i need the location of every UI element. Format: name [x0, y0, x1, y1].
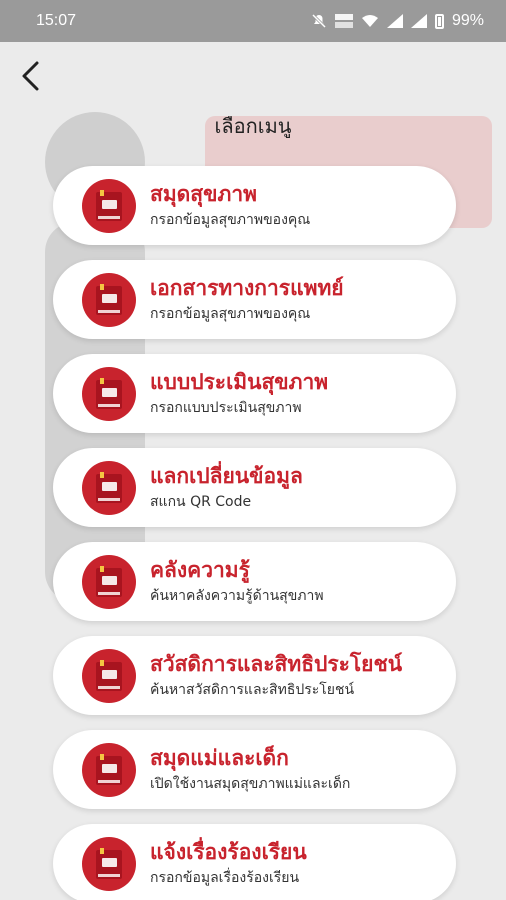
menu-item-subtitle: เปิดใช้งานสมุดสุขภาพแม่และเด็ก [150, 776, 351, 792]
book-icon [82, 554, 136, 609]
menu-item-subtitle: ค้นหาสวัสดิการและสิทธิประโยชน์ [150, 682, 355, 698]
book-icon [82, 366, 136, 421]
volte-icon [334, 14, 353, 28]
page-title: เลือกเมนู [214, 114, 292, 138]
menu-item-title: เอกสารทางการแพทย์ [150, 276, 344, 300]
menu-item[interactable]: สมุดแม่และเด็กเปิดใช้งานสมุดสุขภาพแม่และ… [53, 730, 456, 809]
menu-item-text: แจ้งเรื่องร้องเรียนกรอกข้อมูลเรื่องร้องเ… [150, 839, 307, 888]
menu-item-text: สวัสดิการและสิทธิประโยชน์ค้นหาสวัสดิการแ… [150, 651, 402, 700]
book-icon [82, 836, 136, 891]
book-icon [82, 272, 136, 327]
menu-item-title: สวัสดิการและสิทธิประโยชน์ [150, 652, 403, 676]
status-icons: 99% [311, 12, 484, 30]
menu-item[interactable]: แลกเปลี่ยนข้อมูลสแกน QR Code [53, 448, 456, 527]
menu-item-subtitle: กรอกข้อมูลเรื่องร้องเรียน [150, 870, 300, 886]
menu-item-subtitle: ค้นหาคลังความรู้ด้านสุขภาพ [150, 588, 324, 604]
menu-screen: เลือกเมนู สมุดสุขภาพกรอกข้อมูลสุขภาพของค… [0, 42, 506, 900]
battery-icon [434, 13, 444, 29]
book-icon [82, 742, 136, 797]
menu-item-title: สมุดแม่และเด็ก [150, 746, 289, 770]
back-button[interactable] [10, 56, 50, 96]
menu-item-text: เอกสารทางการแพทย์กรอกข้อมูลสุขภาพของคุณ [150, 275, 344, 324]
menu-item-title: แบบประเมินสุขภาพ [150, 370, 329, 394]
menu-item-text: สมุดแม่และเด็กเปิดใช้งานสมุดสุขภาพแม่และ… [150, 745, 350, 794]
menu-list: สมุดสุขภาพ กรอกข้อมูลสุขภาพของคุณ เอกสารทา… [53, 166, 456, 900]
menu-item-title: คลังความรู้ [150, 558, 250, 582]
menu-item-text: คลังความรู้ค้นหาคลังความรู้ด้านสุขภาพ [150, 557, 324, 606]
menu-item[interactable]: คลังความรู้ค้นหาคลังความรู้ด้านสุขภาพ [53, 542, 456, 621]
status-bar: 15:07 99% [0, 0, 506, 42]
menu-item[interactable]: เอกสารทางการแพทย์กรอกข้อมูลสุขภาพของคุณ [53, 260, 456, 339]
menu-item-text: สมุดสุขภาพกรอกข้อมูลสุขภาพของคุณ [150, 181, 310, 230]
menu-item-subtitle: กรอกข้อมูลสุขภาพของคุณ [150, 212, 311, 228]
menu-item-subtitle: สแกน QR Code [150, 494, 252, 510]
mute-icon [311, 13, 327, 29]
menu-item-subtitle: กรอกแบบประเมินสุขภาพ [150, 400, 302, 416]
menu-item[interactable]: สมุดสุขภาพกรอกข้อมูลสุขภาพของคุณ [53, 166, 456, 245]
menu-item-title: แลกเปลี่ยนข้อมูล [150, 464, 303, 488]
menu-item-text: แลกเปลี่ยนข้อมูลสแกน QR Code [150, 463, 303, 512]
menu-item-text: แบบประเมินสุขภาพกรอกแบบประเมินสุขภาพ [150, 369, 328, 418]
menu-item-title: สมุดสุขภาพ [150, 182, 257, 206]
menu-item-subtitle: กรอกข้อมูลสุขภาพของคุณ [150, 306, 311, 322]
menu-item[interactable]: แบบประเมินสุขภาพกรอกแบบประเมินสุขภาพ [53, 354, 456, 433]
book-icon [82, 460, 136, 515]
menu-item-title: แจ้งเรื่องร้องเรียน [150, 840, 307, 864]
menu-item[interactable]: แจ้งเรื่องร้องเรียนกรอกข้อมูลเรื่องร้องเ… [53, 824, 456, 900]
status-time: 15:07 [36, 12, 77, 29]
back-arrow-icon [22, 61, 39, 91]
battery-level: 99% [451, 12, 484, 29]
signal-1-icon [386, 14, 403, 28]
book-icon [82, 178, 136, 233]
book-icon [82, 648, 136, 703]
menu-item[interactable]: สวัสดิการและสิทธิประโยชน์ค้นหาสวัสดิการแ… [53, 636, 456, 715]
wifi-icon [361, 14, 379, 28]
signal-2-icon [410, 14, 427, 28]
